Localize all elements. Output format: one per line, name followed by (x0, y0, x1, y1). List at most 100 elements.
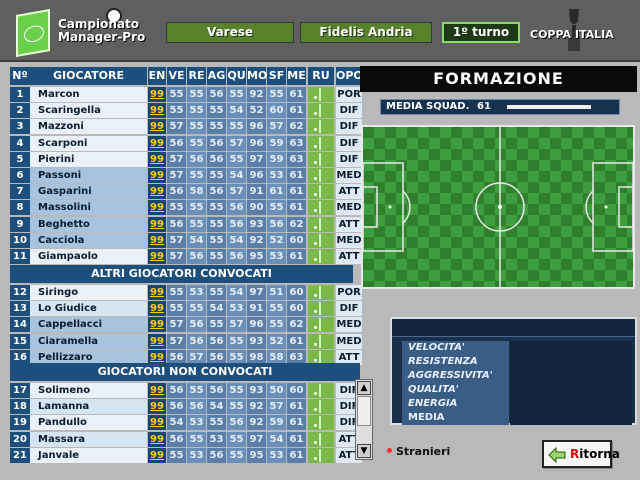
player-number: 19 (10, 415, 30, 431)
player-stat: 55 (207, 285, 226, 301)
player-stat: 52 (267, 333, 286, 349)
attribute-value-bar (510, 397, 632, 411)
scroll-thumb[interactable] (357, 396, 371, 426)
col-header-7[interactable]: MO (247, 67, 267, 85)
player-stat: 56 (187, 333, 206, 349)
player-name[interactable]: Pierini (30, 151, 147, 167)
player-row[interactable]: 14 Cappellacci 99 57 56 55 57 96 55 62 MED (10, 316, 362, 333)
player-name[interactable]: Ciaramella (30, 333, 147, 349)
player-stat: 93 (247, 333, 266, 349)
table-header: Nº GIOCATORE EN VE RE AG QU MO SF ME RU OPOS (10, 67, 371, 86)
player-name[interactable]: Giampaolo (30, 248, 147, 264)
player-name[interactable]: Lo Giudice (30, 301, 147, 317)
player-stat: 56 (207, 447, 226, 463)
formation-pitch[interactable] (361, 125, 635, 289)
player-row[interactable]: 19 Pandullo 99 54 53 55 56 92 59 61 DIF (10, 414, 362, 431)
player-number: 9 (10, 216, 30, 232)
team-average-bar: MEDIA SQUAD. 61 (380, 99, 620, 115)
col-header-0[interactable]: Nº (10, 67, 30, 85)
player-name[interactable]: Pandullo (30, 415, 147, 431)
player-row[interactable]: 7 Gasparini 99 56 58 56 57 91 61 61 ATT (10, 183, 362, 200)
team-average-value: 61 (477, 101, 491, 112)
player-stat: 56 (167, 383, 186, 398)
attribute-label: ENERGIA (402, 397, 509, 411)
player-name[interactable]: Mazzoni (30, 119, 147, 135)
player-role: DIF (336, 301, 362, 317)
player-stat: 96 (247, 135, 266, 151)
player-stat: 56 (227, 200, 246, 216)
arrow-left-icon (548, 447, 566, 463)
col-header-9[interactable]: ME (287, 67, 306, 85)
col-header-8[interactable]: SF (267, 67, 286, 85)
col-header-1[interactable]: GIOCATORE (30, 67, 147, 85)
player-stat: 55 (187, 103, 206, 119)
player-energy: 99 (148, 399, 166, 415)
player-row[interactable]: 20 Massara 99 56 55 53 55 97 54 61 ATT (10, 431, 362, 447)
player-energy: 99 (148, 301, 166, 317)
player-name[interactable]: Massara (30, 431, 147, 447)
player-name[interactable]: Scaringella (30, 103, 147, 119)
player-name[interactable]: Massolini (30, 200, 147, 216)
player-stat: 56 (227, 216, 246, 232)
player-stat: 55 (187, 119, 206, 135)
player-row[interactable]: 12 Siringo 99 55 53 55 54 97 51 60 POR (10, 284, 362, 301)
col-header-3[interactable]: VE (167, 67, 186, 85)
player-name[interactable]: Marcon (30, 87, 147, 102)
player-energy: 99 (148, 415, 166, 431)
player-name[interactable]: Janvale (30, 447, 147, 463)
player-stat: 60 (287, 301, 306, 317)
player-name[interactable]: Cappellacci (30, 317, 147, 333)
player-stat: 55 (227, 383, 246, 398)
player-row[interactable]: 15 Ciaramella 99 57 56 56 55 93 52 61 MED (10, 333, 362, 349)
player-row[interactable]: 10 Cacciola 99 57 54 55 54 92 52 60 MED (10, 232, 362, 248)
scroll-down-icon[interactable]: ▼ (357, 444, 371, 458)
ritorna-button[interactable]: Ritorna (542, 440, 620, 468)
player-position-marker (308, 216, 334, 232)
player-name[interactable]: Siringo (30, 285, 147, 301)
player-row[interactable]: 8 Massolini 99 55 55 55 56 90 55 61 MED (10, 199, 362, 216)
col-header-4[interactable]: RE (187, 67, 206, 85)
player-row[interactable]: 4 Scarponi 99 56 55 56 57 96 59 63 DIF (10, 135, 362, 151)
stranieri-legend: Stranieri (396, 445, 451, 458)
player-stat: 56 (267, 216, 286, 232)
player-row[interactable]: 18 Lamanna 99 56 56 54 55 92 57 61 DIF (10, 398, 362, 415)
player-row[interactable]: 6 Passoni 99 57 55 55 54 96 53 61 MED (10, 167, 362, 183)
player-row[interactable]: 13 Lo Giudice 99 55 55 54 53 91 55 60 DIF (10, 300, 362, 317)
player-row[interactable]: 21 Janvale 99 55 53 56 55 95 53 61 ATT (10, 447, 362, 463)
col-header-5[interactable]: AG (207, 67, 226, 85)
col-header-6[interactable]: QU (227, 67, 246, 85)
player-name[interactable]: Scarponi (30, 135, 147, 151)
player-position-marker (308, 167, 334, 183)
col-header-11[interactable]: OPOS (336, 67, 371, 85)
player-name[interactable]: Lamanna (30, 399, 147, 415)
player-number: 18 (10, 399, 30, 415)
player-stat: 57 (167, 119, 186, 135)
player-name[interactable]: Beghetto (30, 216, 147, 232)
player-name[interactable]: Solimeno (30, 383, 147, 398)
player-row[interactable]: 5 Pierini 99 57 56 56 55 97 59 63 DIF (10, 151, 362, 167)
player-row[interactable]: 11 Giampaolo 99 57 56 55 56 95 53 61 ATT (10, 248, 362, 264)
player-row[interactable]: 9 Beghetto 99 56 55 55 56 93 56 62 ATT (10, 216, 362, 232)
player-stat: 55 (267, 301, 286, 317)
player-name[interactable]: Gasparini (30, 184, 147, 200)
player-stat: 61 (287, 200, 306, 216)
player-stat: 57 (167, 232, 186, 248)
col-header-2[interactable]: EN (148, 67, 166, 85)
player-row[interactable]: 17 Solimeno 99 56 55 56 55 93 50 60 DIF (10, 382, 362, 398)
player-stat: 61 (287, 399, 306, 415)
attribute-value-bar (510, 341, 632, 355)
player-row[interactable]: 2 Scaringella 99 55 55 55 54 52 60 61 DIF (10, 102, 362, 119)
player-role: DIF (336, 119, 362, 135)
scroll-up-icon[interactable]: ▲ (357, 381, 371, 395)
player-name[interactable]: Cacciola (30, 232, 147, 248)
attribute-label: VELOCITA' (402, 341, 509, 355)
player-row[interactable]: 3 Mazzoni 99 57 55 55 55 96 57 62 DIF (10, 118, 362, 135)
player-energy: 99 (148, 317, 166, 333)
player-position-marker (308, 333, 334, 349)
col-header-10[interactable]: RU (308, 67, 334, 85)
player-role: MED (336, 317, 362, 333)
player-stat: 55 (207, 248, 226, 264)
player-row[interactable]: 1 Marcon 99 55 55 56 55 92 55 61 POR (10, 86, 362, 102)
player-name[interactable]: Passoni (30, 167, 147, 183)
players-scrollbar[interactable]: ▲ ▼ (355, 379, 373, 460)
